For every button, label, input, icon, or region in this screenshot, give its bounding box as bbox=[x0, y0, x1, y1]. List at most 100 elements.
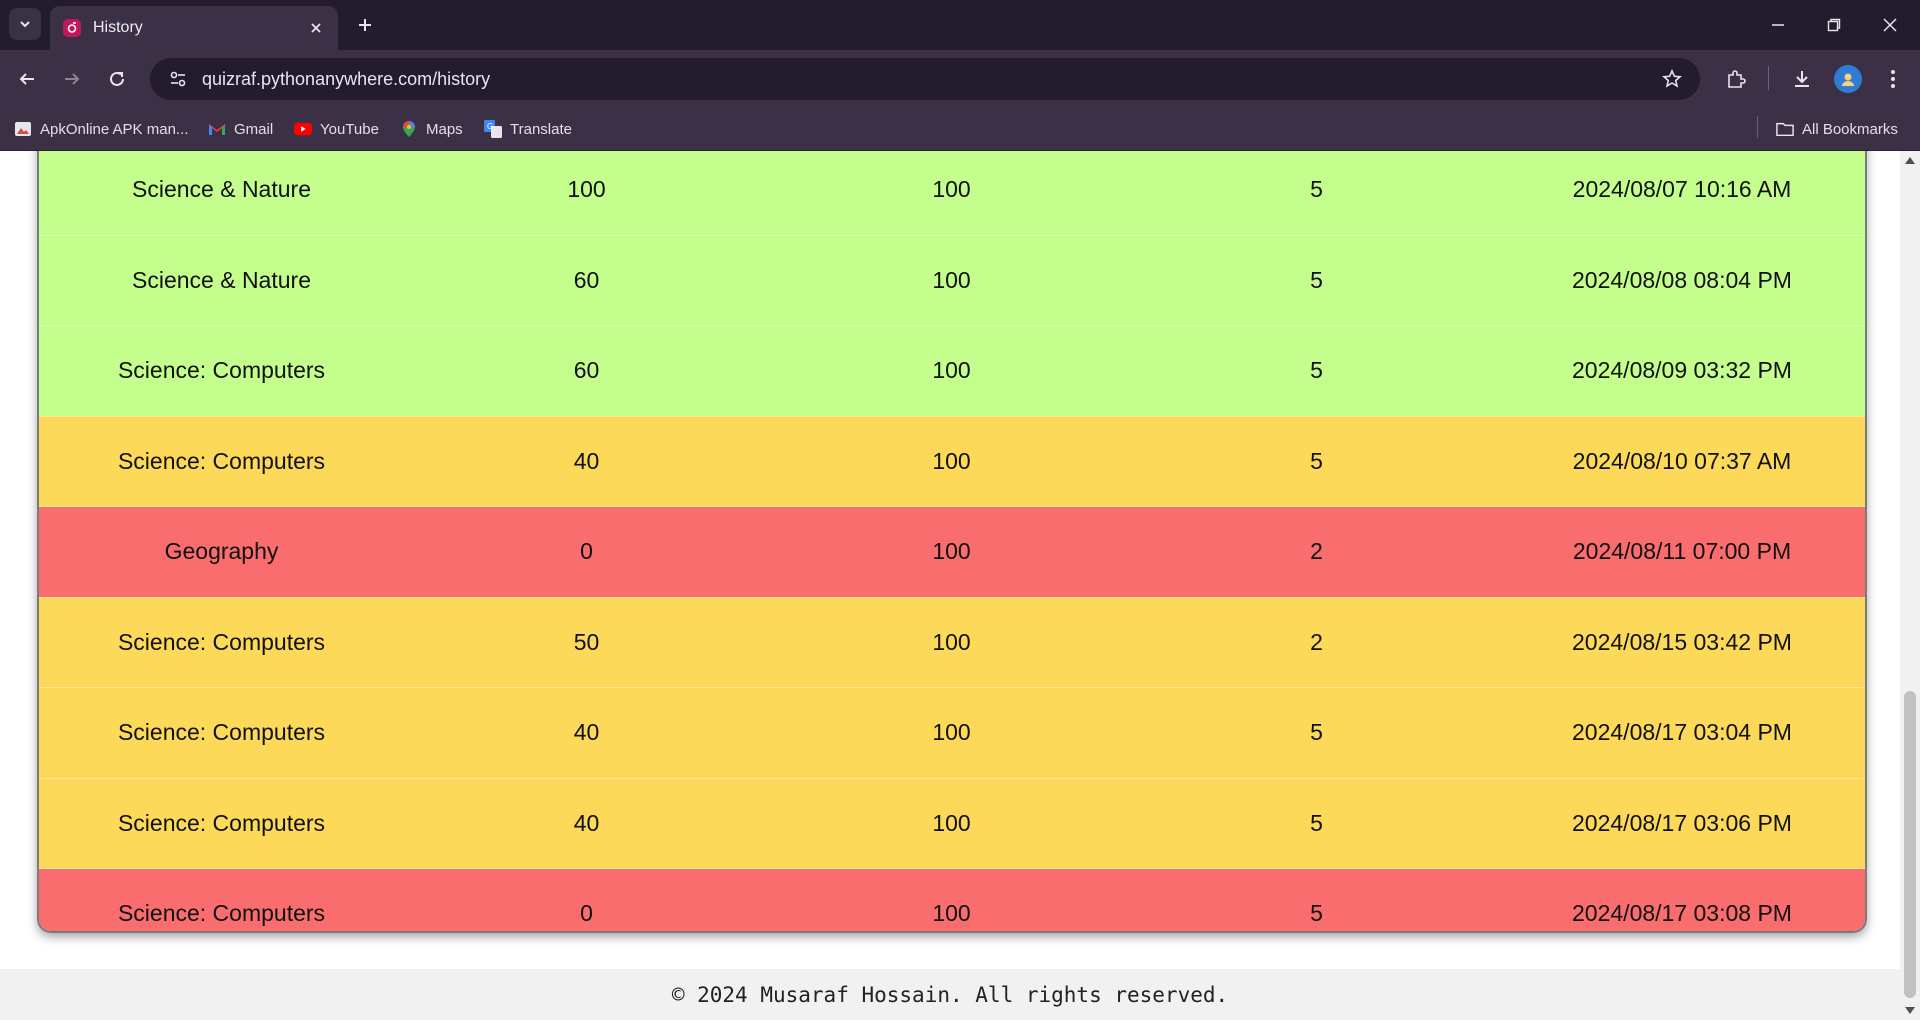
close-icon bbox=[311, 23, 321, 33]
cell-score: 50 bbox=[404, 596, 769, 688]
scroll-down-arrow-icon[interactable] bbox=[1905, 1007, 1915, 1014]
youtube-icon bbox=[294, 120, 312, 138]
cell-date: 2024/08/17 03:04 PM bbox=[1499, 687, 1865, 778]
bookmark-apkonline[interactable]: ApkOnline APK man... bbox=[14, 118, 188, 140]
new-tab-button[interactable] bbox=[350, 10, 380, 40]
cell-total: 100 bbox=[769, 687, 1134, 778]
cell-questions: 2 bbox=[1134, 596, 1499, 688]
bookmark-label: Maps bbox=[426, 120, 463, 138]
minimize-icon bbox=[1772, 24, 1784, 26]
cell-date: 2024/08/07 10:16 AM bbox=[1499, 151, 1865, 235]
cell-date: 2024/08/09 03:32 PM bbox=[1499, 325, 1865, 416]
downloads-button[interactable] bbox=[1785, 62, 1819, 96]
apkonline-icon bbox=[14, 120, 32, 138]
cell-questions: 5 bbox=[1134, 868, 1499, 931]
cell-questions: 5 bbox=[1134, 151, 1499, 235]
cell-total: 100 bbox=[769, 234, 1134, 326]
download-icon bbox=[1795, 71, 1809, 87]
cell-category: Science & Nature bbox=[39, 234, 404, 326]
reload-icon bbox=[110, 71, 124, 86]
all-bookmarks-label: All Bookmarks bbox=[1802, 120, 1898, 138]
bookmark-youtube[interactable]: YouTube bbox=[294, 118, 379, 140]
arrow-left-icon bbox=[19, 73, 34, 85]
table-row: Science & Nature 100 100 5 2024/08/07 10:16 … bbox=[39, 151, 1865, 235]
cell-score: 40 bbox=[404, 777, 769, 869]
cell-total: 100 bbox=[769, 777, 1134, 869]
plus-icon bbox=[359, 19, 371, 31]
url-text[interactable]: quizraf.pythonanywhere.com/history bbox=[202, 69, 1652, 90]
cell-category: Science: Computers bbox=[39, 868, 404, 931]
tab-history[interactable]: History bbox=[50, 6, 338, 50]
scroll-up-arrow-icon[interactable] bbox=[1905, 157, 1915, 164]
bookmark-label: Gmail bbox=[234, 120, 274, 138]
svg-text:G: G bbox=[487, 122, 493, 131]
cell-score: 40 bbox=[404, 415, 769, 507]
more-vert-icon bbox=[1891, 70, 1895, 88]
bookmark-label: Translate bbox=[510, 120, 572, 138]
bookmark-star-button[interactable] bbox=[1652, 59, 1692, 99]
avatar-icon bbox=[1842, 73, 1854, 86]
puzzle-icon bbox=[1728, 70, 1746, 88]
cell-total: 100 bbox=[769, 325, 1134, 416]
cell-total: 100 bbox=[769, 415, 1134, 507]
cell-questions: 5 bbox=[1134, 687, 1499, 778]
all-bookmarks-button[interactable]: All Bookmarks bbox=[1776, 118, 1898, 140]
cell-questions: 5 bbox=[1134, 234, 1499, 326]
cell-score: 60 bbox=[404, 325, 769, 416]
scrollbar-thumb[interactable] bbox=[1904, 691, 1916, 998]
cell-category: Science: Computers bbox=[39, 777, 404, 869]
restore-icon bbox=[1827, 18, 1841, 32]
cell-score: 60 bbox=[404, 234, 769, 326]
history-table: Science & Nature 100 100 5 2024/08/07 10:16 … bbox=[39, 151, 1865, 931]
cell-score: 0 bbox=[404, 868, 769, 931]
bookmarks-separator bbox=[1757, 116, 1758, 138]
cell-category: Science: Computers bbox=[39, 596, 404, 688]
cell-date: 2024/08/17 03:08 PM bbox=[1499, 868, 1865, 931]
cell-category: Science: Computers bbox=[39, 325, 404, 416]
cell-category: Science & Nature bbox=[39, 151, 404, 235]
menu-button[interactable] bbox=[1876, 62, 1910, 96]
cell-total: 100 bbox=[769, 506, 1134, 597]
tab-strip: History bbox=[0, 0, 1920, 50]
quiz-favicon-icon bbox=[63, 19, 81, 37]
tab-close-button[interactable] bbox=[302, 14, 330, 42]
tab-search-button[interactable] bbox=[9, 8, 41, 40]
cell-category: Science: Computers bbox=[39, 415, 404, 507]
table-row: Science: Computers 40 100 5 2024/08/17 03:04… bbox=[39, 687, 1865, 778]
restore-button[interactable] bbox=[1806, 0, 1862, 50]
table-row: Science: Computers 50 100 2 2024/08/15 03:42… bbox=[39, 596, 1865, 688]
bookmark-maps[interactable]: Maps bbox=[400, 118, 463, 140]
close-icon bbox=[1883, 18, 1897, 32]
close-window-button[interactable] bbox=[1862, 0, 1918, 50]
table-row: Science: Computers 0 100 5 2024/08/17 03:08 … bbox=[39, 868, 1865, 931]
cell-date: 2024/08/15 03:42 PM bbox=[1499, 596, 1865, 688]
maps-icon bbox=[400, 120, 418, 138]
cell-category: Science: Computers bbox=[39, 687, 404, 778]
bookmark-translate[interactable]: G Translate bbox=[484, 118, 572, 140]
address-bar[interactable]: quizraf.pythonanywhere.com/history bbox=[150, 58, 1700, 100]
cell-score: 40 bbox=[404, 687, 769, 778]
profile-avatar[interactable] bbox=[1834, 65, 1862, 93]
history-table-body: Science & Nature 100 100 5 2024/08/07 10:16 … bbox=[39, 151, 1865, 931]
history-table-card: Science & Nature 100 100 5 2024/08/07 10:16 … bbox=[37, 151, 1867, 933]
minimize-button[interactable] bbox=[1750, 0, 1806, 50]
toolbar-separator bbox=[1768, 66, 1769, 90]
translate-icon: G bbox=[484, 120, 502, 138]
cell-date: 2024/08/11 07:00 PM bbox=[1499, 506, 1865, 597]
cell-total: 100 bbox=[769, 868, 1134, 931]
cell-date: 2024/08/08 08:04 PM bbox=[1499, 234, 1865, 326]
page-scrollbar[interactable] bbox=[1900, 151, 1920, 1020]
cell-total: 100 bbox=[769, 151, 1134, 235]
page-viewport: Science & Nature 100 100 5 2024/08/07 10:16 … bbox=[0, 151, 1900, 1020]
cell-questions: 5 bbox=[1134, 415, 1499, 507]
cell-score: 100 bbox=[404, 151, 769, 235]
back-button[interactable] bbox=[10, 62, 44, 96]
tune-icon bbox=[170, 71, 186, 87]
extensions-button[interactable] bbox=[1719, 62, 1753, 96]
site-info-button[interactable] bbox=[158, 59, 198, 99]
reload-button[interactable] bbox=[100, 62, 134, 96]
forward-button[interactable] bbox=[55, 62, 89, 96]
browser-toolbar: quizraf.pythonanywhere.com/history bbox=[0, 50, 1920, 108]
bookmark-gmail[interactable]: Gmail bbox=[208, 118, 273, 140]
cell-date: 2024/08/10 07:37 AM bbox=[1499, 415, 1865, 507]
